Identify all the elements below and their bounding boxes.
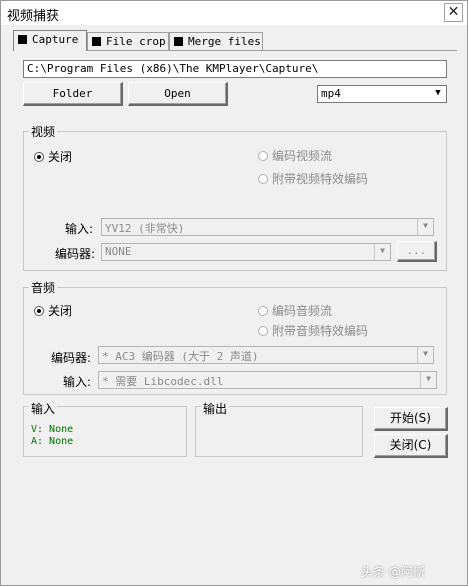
start-button[interactable]: 开始(S) bbox=[374, 407, 448, 431]
audio-encoder-select[interactable]: * AC3 编码器 (大于 2 声道) ▼ bbox=[98, 346, 434, 364]
radio-selected-icon bbox=[34, 306, 44, 316]
chevron-down-icon: ▼ bbox=[417, 219, 433, 235]
audio-input-select[interactable]: * 需要 Libcodec.dll ▼ bbox=[98, 371, 437, 389]
video-input-label: 输入: bbox=[65, 222, 94, 236]
audio-with-effects-radio[interactable]: 附带音频特效编码 bbox=[258, 322, 368, 339]
select-value: NONE bbox=[105, 245, 132, 258]
select-value: * AC3 编码器 (大于 2 声道) bbox=[102, 350, 259, 363]
chevron-down-icon: ▼ bbox=[430, 86, 446, 102]
tab-square-icon bbox=[18, 35, 27, 44]
audio-off-radio[interactable]: 关闭 bbox=[34, 302, 72, 319]
radio-icon bbox=[258, 326, 268, 336]
radio-label: 关闭 bbox=[48, 304, 73, 318]
path-input[interactable]: C:\Program Files (x86)\The KMPlayer\Capt… bbox=[23, 60, 447, 78]
radio-label: 编码视频流 bbox=[272, 149, 333, 163]
audio-encode-stream-radio[interactable]: 编码音频流 bbox=[258, 302, 332, 319]
radio-icon bbox=[258, 174, 268, 184]
capture-window: 视频捕获 ✕ Capture File crop Merge files C:\… bbox=[0, 0, 468, 586]
video-encoder-settings-button[interactable]: ... bbox=[397, 241, 437, 262]
radio-label: 关闭 bbox=[48, 150, 73, 164]
chevron-down-icon: ▼ bbox=[417, 347, 433, 363]
select-value: YV12 (非常快) bbox=[105, 222, 185, 235]
chevron-down-icon: ▼ bbox=[420, 372, 436, 388]
tab-file-crop[interactable]: File crop bbox=[87, 32, 169, 50]
video-legend: 视频 bbox=[29, 123, 58, 140]
open-button[interactable]: Open bbox=[128, 82, 228, 106]
video-status-text: V: None bbox=[31, 424, 74, 435]
radio-label: 附带视频特效编码 bbox=[272, 172, 369, 186]
format-select[interactable]: mp4 ▼ bbox=[317, 85, 447, 103]
radio-label: 编码音频流 bbox=[272, 304, 333, 318]
video-input-select[interactable]: YV12 (非常快) ▼ bbox=[101, 218, 434, 236]
radio-icon bbox=[258, 151, 268, 161]
format-value: mp4 bbox=[321, 87, 341, 100]
tab-label: File crop bbox=[106, 35, 166, 48]
input-status-legend: 输入 bbox=[29, 400, 58, 417]
tab-square-icon bbox=[92, 37, 101, 46]
tab-label: Merge files bbox=[188, 35, 261, 48]
window-title: 视频捕获 bbox=[7, 9, 60, 24]
select-value: * 需要 Libcodec.dll bbox=[102, 375, 224, 388]
audio-encoder-label: 编码器: bbox=[51, 351, 92, 365]
video-encode-stream-radio[interactable]: 编码视频流 bbox=[258, 147, 332, 164]
chevron-down-icon: ▼ bbox=[374, 244, 390, 260]
video-encoder-select[interactable]: NONE ▼ bbox=[101, 243, 391, 261]
tab-square-icon bbox=[174, 37, 183, 46]
tab-label: Capture bbox=[32, 33, 79, 46]
radio-selected-icon bbox=[34, 152, 44, 162]
close-window-button[interactable]: ✕ bbox=[444, 3, 463, 22]
close-button[interactable]: 关闭(C) bbox=[374, 434, 448, 458]
audio-legend: 音频 bbox=[29, 279, 58, 296]
title-bar: 视频捕获 ✕ bbox=[1, 1, 467, 25]
watermark-text: 头条 @阿斯 bbox=[361, 565, 425, 579]
video-off-radio[interactable]: 关闭 bbox=[34, 148, 72, 165]
radio-label: 附带音频特效编码 bbox=[272, 324, 369, 338]
radio-icon bbox=[258, 306, 268, 316]
folder-button[interactable]: Folder bbox=[23, 82, 123, 106]
audio-status-text: A: None bbox=[31, 436, 74, 447]
video-encoder-label: 编码器: bbox=[55, 247, 96, 261]
tab-capture[interactable]: Capture bbox=[13, 30, 87, 51]
close-icon: ✕ bbox=[447, 4, 460, 20]
video-with-effects-radio[interactable]: 附带视频特效编码 bbox=[258, 170, 368, 187]
audio-input-label: 输入: bbox=[63, 375, 92, 389]
tab-merge-files[interactable]: Merge files bbox=[169, 32, 263, 50]
output-status-legend: 输出 bbox=[201, 400, 230, 417]
